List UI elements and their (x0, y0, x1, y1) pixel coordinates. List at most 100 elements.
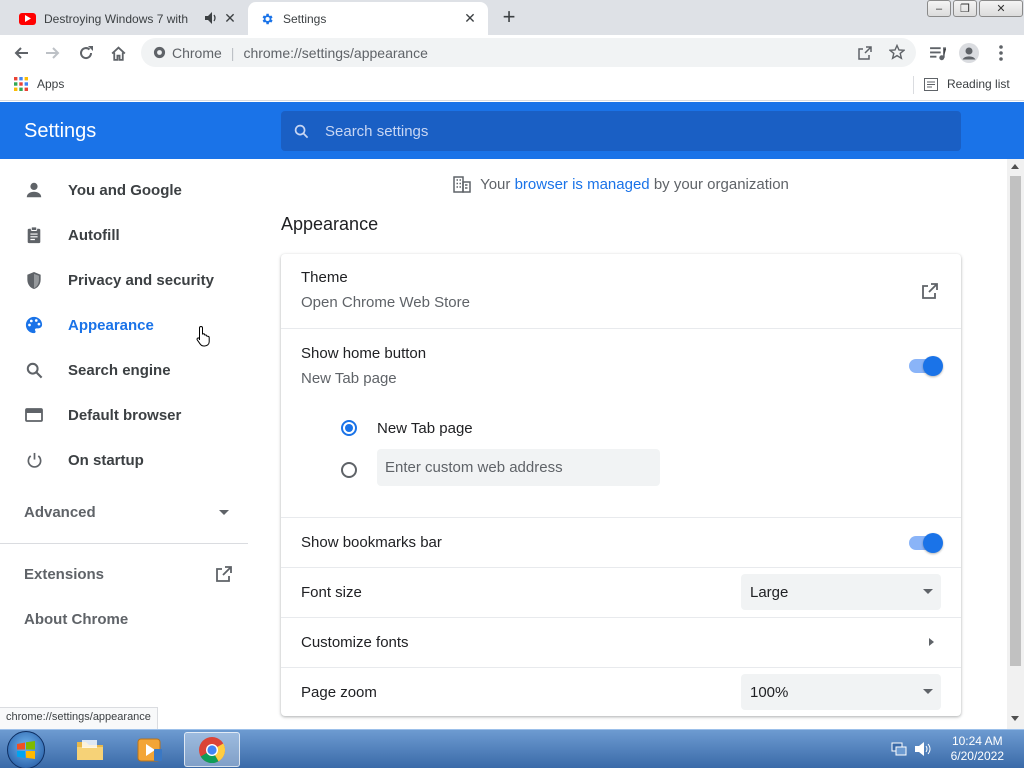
sidebar-item-about-chrome[interactable]: About Chrome (0, 597, 248, 641)
sidebar-item-label: Autofill (68, 226, 120, 244)
bookmarks-bar-toggle[interactable] (909, 533, 943, 553)
sidebar-item-default-browser[interactable]: Default browser (0, 393, 248, 437)
page-zoom-select[interactable]: 100% (741, 674, 941, 710)
system-clock[interactable]: 10:24 AM 6/20/2022 (951, 734, 1004, 764)
media-control-icon[interactable] (927, 43, 947, 63)
dropdown-arrow-icon (923, 589, 933, 594)
toggle-knob (923, 356, 943, 376)
bookmarks-bar-label: Show bookmarks bar (301, 534, 442, 551)
radio-custom-address[interactable] (341, 462, 357, 478)
reading-list-button[interactable]: Reading list (924, 77, 1010, 91)
page-title: Settings (24, 120, 97, 142)
sidebar-item-label: Search engine (68, 361, 171, 379)
restore-button[interactable]: ❐ (953, 0, 977, 17)
sidebar-item-label: Privacy and security (68, 271, 214, 289)
extensions-label: Extensions (24, 566, 105, 583)
apps-grid-icon (14, 77, 28, 91)
sidebar-item-autofill[interactable]: Autofill (0, 213, 248, 257)
folder-icon (77, 739, 103, 760)
home-button-row: Show home button New Tab page New Tab pa… (281, 328, 961, 517)
volume-icon[interactable] (914, 741, 932, 762)
sidebar-item-extensions[interactable]: Extensions (0, 552, 248, 596)
home-icon[interactable] (108, 43, 128, 63)
dropdown-arrow-icon (219, 510, 229, 515)
settings-sidebar: You and Google Autofill Privacy and secu… (0, 159, 248, 729)
windows-taskbar: 10:24 AM 6/20/2022 (0, 729, 1024, 768)
clipboard-icon (24, 225, 44, 245)
apps-label: Apps (37, 77, 65, 91)
advanced-label: Advanced (24, 504, 96, 521)
clock-date: 6/20/2022 (950, 749, 1004, 763)
profile-avatar-icon[interactable] (959, 43, 979, 63)
search-input[interactable]: Search settings (325, 123, 428, 140)
open-in-new-icon[interactable] (921, 282, 939, 305)
gear-icon (260, 12, 274, 26)
customize-fonts-row[interactable]: Customize fonts (281, 617, 961, 667)
font-size-select[interactable]: Large (741, 574, 941, 610)
home-button-title: Show home button (301, 345, 427, 362)
taskbar-chrome[interactable] (184, 732, 240, 767)
settings-header: Settings Search settings (0, 102, 1024, 159)
scrollbar-thumb[interactable] (1010, 176, 1021, 666)
new-tab-button[interactable]: + (498, 5, 520, 29)
font-size-row: Font size Large (281, 567, 961, 617)
search-icon (294, 124, 309, 139)
apps-shortcut[interactable]: Apps (14, 77, 64, 91)
advanced-section-toggle[interactable]: Advanced (0, 491, 248, 535)
window-controls: – ❐ ✕ (927, 0, 1024, 17)
building-icon (453, 175, 471, 193)
customize-fonts-label: Customize fonts (301, 634, 409, 651)
close-tab-icon[interactable]: ✕ (222, 10, 238, 26)
chrome-logo-icon (153, 46, 166, 59)
scroll-down-arrow-icon[interactable] (1011, 716, 1019, 721)
close-tab-icon[interactable]: ✕ (462, 10, 478, 26)
radio-button[interactable] (341, 420, 357, 436)
sidebar-item-you-and-google[interactable]: You and Google (0, 168, 248, 212)
sidebar-item-search-engine[interactable]: Search engine (0, 348, 248, 392)
site-chip-label: Chrome (172, 44, 222, 61)
forward-arrow-icon[interactable] (43, 43, 63, 63)
bookmarks-bar-row[interactable]: Show bookmarks bar (281, 517, 961, 567)
custom-web-address-input[interactable] (377, 449, 660, 486)
tab-label: Destroying Windows 7 with (44, 11, 189, 26)
reading-list-icon (924, 77, 938, 91)
home-button-toggle[interactable] (909, 356, 943, 376)
tab-youtube[interactable]: Destroying Windows 7 with ✕ (8, 2, 248, 35)
start-button[interactable] (7, 731, 45, 768)
page-scrollbar[interactable] (1007, 159, 1024, 729)
bookmark-star-icon[interactable] (888, 43, 906, 63)
tab-settings[interactable]: Settings ✕ (248, 2, 488, 35)
taskbar-explorer[interactable] (62, 732, 118, 767)
person-icon (24, 180, 44, 200)
chrome-logo-icon (199, 736, 226, 763)
section-title: Appearance (281, 214, 379, 234)
scroll-up-arrow-icon[interactable] (1011, 164, 1019, 169)
page-zoom-row: Page zoom 100% (281, 667, 961, 716)
browser-toolbar: Chrome | chrome://settings/appearance (0, 35, 1024, 70)
browser-managed-link[interactable]: browser is managed (515, 176, 650, 193)
reload-icon[interactable] (76, 43, 96, 63)
address-bar[interactable]: Chrome | chrome://settings/appearance (141, 38, 916, 67)
site-chip[interactable]: Chrome (153, 45, 222, 61)
kebab-menu-icon[interactable] (991, 43, 1011, 63)
close-window-button[interactable]: ✕ (979, 0, 1023, 17)
back-arrow-icon[interactable] (11, 43, 31, 63)
network-icon[interactable] (891, 741, 907, 762)
shield-icon (24, 270, 44, 290)
radio-new-tab-page[interactable]: New Tab page (341, 417, 641, 441)
search-settings-box[interactable]: Search settings (281, 111, 961, 151)
page-zoom-label: Page zoom (301, 684, 377, 701)
radio-new-tab-label: New Tab page (377, 420, 473, 437)
theme-row[interactable]: Theme Open Chrome Web Store (281, 254, 961, 328)
speaker-icon[interactable] (204, 11, 218, 28)
taskbar-media-player[interactable] (122, 732, 178, 767)
managed-prefix: Your (480, 175, 511, 193)
share-icon[interactable] (857, 45, 873, 64)
youtube-icon (19, 12, 36, 25)
chevron-right-icon (929, 638, 934, 646)
minimize-button[interactable]: – (927, 0, 951, 17)
omnibox-separator: | (230, 44, 235, 61)
home-button-subtitle: New Tab page (301, 370, 397, 387)
sidebar-item-privacy[interactable]: Privacy and security (0, 258, 248, 302)
sidebar-item-on-startup[interactable]: On startup (0, 438, 248, 482)
